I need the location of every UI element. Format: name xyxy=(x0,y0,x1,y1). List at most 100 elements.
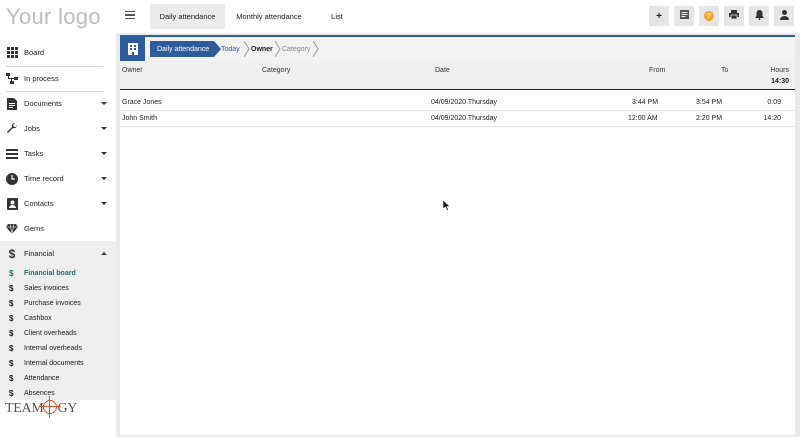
bell-icon xyxy=(754,9,764,23)
submenu-item-label: Internal overheads xyxy=(24,345,82,352)
sidebar-item-label: Gems xyxy=(24,224,45,233)
sidebar-item-label: Board xyxy=(24,48,45,57)
breadcrumb-separator xyxy=(313,41,319,57)
column-header-owner[interactable]: Owner xyxy=(122,67,143,74)
cell-from: 3:44 PM xyxy=(632,99,659,106)
sidebar-item-documents[interactable]: Documents xyxy=(0,91,116,116)
chevron-down-icon xyxy=(101,177,107,180)
chevron-down-icon xyxy=(101,127,107,130)
chevron-down-icon xyxy=(101,102,107,105)
submenu-item-sales-invoices[interactable]: $ Sales invoices xyxy=(0,281,116,296)
column-header-date[interactable]: Date xyxy=(435,67,450,74)
print-button[interactable] xyxy=(724,6,744,26)
table-header: Owner Category Date From To Hours 14:30 xyxy=(120,62,795,90)
cell-date: 04/09/2020 Thursday xyxy=(431,99,498,106)
submenu-item-absences[interactable]: $ Absences xyxy=(0,386,116,401)
grid-icon xyxy=(6,47,18,59)
dollar-icon: $ xyxy=(9,374,14,383)
notes-button[interactable] xyxy=(674,6,694,26)
wrench-icon xyxy=(6,122,18,135)
chevron-down-icon xyxy=(101,152,107,155)
submenu-item-label: Client overheads xyxy=(24,330,77,337)
total-hours: 14:30 xyxy=(771,78,789,85)
cell-from: 12:00 AM xyxy=(628,115,658,122)
submenu-item-attendance[interactable]: $ Attendance xyxy=(0,371,116,386)
tab-monthly-attendance[interactable]: Monthly attendance xyxy=(228,4,310,29)
tab-list[interactable]: List xyxy=(320,4,354,29)
attendance-panel: Daily attendance Today Owner Category Ow… xyxy=(120,35,795,435)
sidebar: Your logo Board In process Documents Job… xyxy=(0,0,116,437)
gem-icon xyxy=(6,223,18,235)
breadcrumb-owner[interactable]: Owner xyxy=(251,41,273,57)
submenu-item-internal-overheads[interactable]: $ Internal overheads xyxy=(0,341,116,356)
add-button[interactable]: + xyxy=(649,6,669,26)
cell-hours: 14:20 xyxy=(763,115,781,122)
content-area: Daily attendance Today Owner Category Ow… xyxy=(116,33,800,437)
submenu-item-financial-board[interactable]: $ Financial board xyxy=(0,266,116,281)
brand-logo: TEAM GY xyxy=(5,396,78,418)
submenu-item-cashbox[interactable]: $ Cashbox xyxy=(0,311,116,326)
table-row[interactable]: Grace Jones 04/09/2020 Thursday 3:44 PM … xyxy=(120,95,795,111)
submenu-item-label: Internal documents xyxy=(24,360,84,367)
column-header-hours[interactable]: Hours xyxy=(770,67,789,74)
crosshair-icon xyxy=(39,396,62,418)
sidebar-item-time-record[interactable]: Time record xyxy=(0,166,116,191)
submenu-item-client-overheads[interactable]: $ Client overheads xyxy=(0,326,116,341)
clock-icon xyxy=(6,172,18,185)
flow-icon xyxy=(6,73,18,85)
sidebar-item-board[interactable]: Board xyxy=(0,40,116,65)
breadcrumb-today[interactable]: Today xyxy=(221,41,240,57)
sidebar-item-gems[interactable]: Gems xyxy=(0,216,116,241)
breadcrumb-daily-attendance[interactable]: Daily attendance xyxy=(150,41,221,57)
dollar-icon: $ xyxy=(9,389,14,398)
user-icon xyxy=(779,9,789,23)
sidebar-item-tasks[interactable]: Tasks xyxy=(0,141,116,166)
plus-icon: + xyxy=(656,10,662,22)
profile-button[interactable] xyxy=(774,6,794,26)
sidebar-item-label: Time record xyxy=(24,174,64,183)
chevron-up-icon xyxy=(101,252,107,255)
sidebar-item-contacts[interactable]: Contacts xyxy=(0,191,116,216)
cell-hours: 0:09 xyxy=(767,99,781,106)
topbar: Daily attendance Monthly attendance List… xyxy=(116,0,800,33)
print-icon xyxy=(729,10,739,22)
column-header-to[interactable]: To xyxy=(721,67,728,74)
notifications-button[interactable] xyxy=(749,6,769,26)
sidebar-item-jobs[interactable]: Jobs xyxy=(0,116,116,141)
sidebar-item-label: Financial xyxy=(24,249,55,258)
submenu-item-label: Financial board xyxy=(24,270,76,277)
breadcrumb-category[interactable]: Category xyxy=(282,41,310,57)
dollar-icon: $ xyxy=(9,359,14,368)
cell-owner: John Smith xyxy=(122,115,158,122)
dollar-icon: $ xyxy=(8,246,16,261)
dollar-icon: $ xyxy=(9,299,14,308)
breadcrumb-separator xyxy=(275,41,281,57)
dollar-icon: $ xyxy=(9,314,14,323)
sidebar-item-label: Jobs xyxy=(24,124,40,133)
hamburger-menu-icon[interactable] xyxy=(125,11,135,19)
sidebar-item-label: In process xyxy=(24,74,59,83)
contacts-icon xyxy=(6,197,18,210)
submenu-item-label: Purchase invoices xyxy=(24,300,81,307)
submenu-item-purchase-invoices[interactable]: $ Purchase invoices xyxy=(0,296,116,311)
tab-daily-attendance[interactable]: Daily attendance xyxy=(150,4,225,29)
submenu-item-internal-documents[interactable]: $ Internal documents xyxy=(0,356,116,371)
sidebar-item-label: Tasks xyxy=(24,149,44,158)
dollar-icon: $ xyxy=(9,344,14,353)
help-icon: ? xyxy=(704,11,714,21)
tasks-icon xyxy=(6,148,18,160)
table-row[interactable]: John Smith 04/09/2020 Thursday 12:00 AM … xyxy=(120,111,795,127)
building-icon[interactable] xyxy=(120,37,145,61)
help-button[interactable]: ? xyxy=(699,6,719,26)
sidebar-item-in-process[interactable]: In process xyxy=(0,66,116,91)
submenu-item-label: Attendance xyxy=(24,375,60,382)
brand-text-right: GY xyxy=(57,401,78,416)
column-header-from[interactable]: From xyxy=(649,67,665,74)
cell-date: 04/09/2020 Thursday xyxy=(431,115,498,122)
sidebar-item-label: Documents xyxy=(24,99,62,108)
submenu-item-label: Cashbox xyxy=(24,315,52,322)
sidebar-item-financial[interactable]: $ Financial xyxy=(0,241,116,266)
column-header-category[interactable]: Category xyxy=(262,67,290,74)
breadcrumb-separator xyxy=(244,41,250,57)
dollar-icon: $ xyxy=(9,329,14,338)
